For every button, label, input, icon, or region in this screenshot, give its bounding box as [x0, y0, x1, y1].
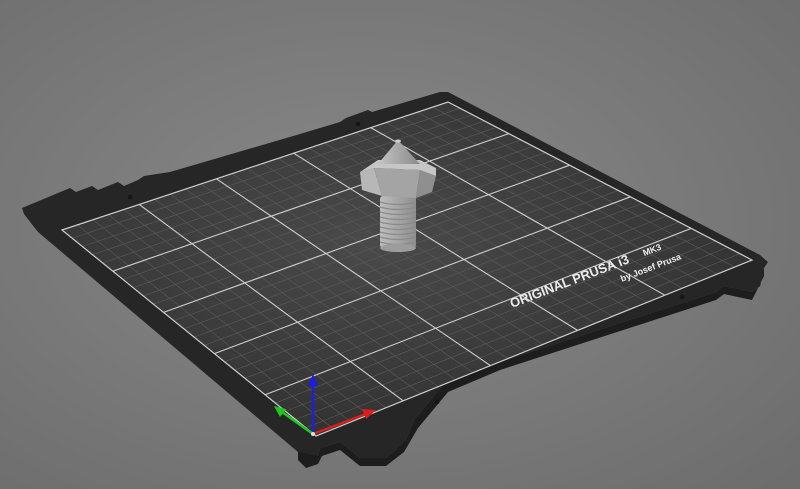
axes-origin: [311, 432, 315, 436]
bed-screw: [679, 294, 685, 300]
3d-viewport[interactable]: ORIGINAL PRUSA i3 MK3 by Josef Prusa: [0, 0, 800, 489]
bed-screw: [434, 399, 440, 405]
bed-screw: [355, 121, 361, 127]
model-cone-tip: [395, 139, 401, 143]
model-shank-bottom: [380, 244, 416, 252]
scene-canvas[interactable]: ORIGINAL PRUSA i3 MK3 by Josef Prusa: [0, 0, 800, 489]
bed-screw: [127, 194, 133, 200]
